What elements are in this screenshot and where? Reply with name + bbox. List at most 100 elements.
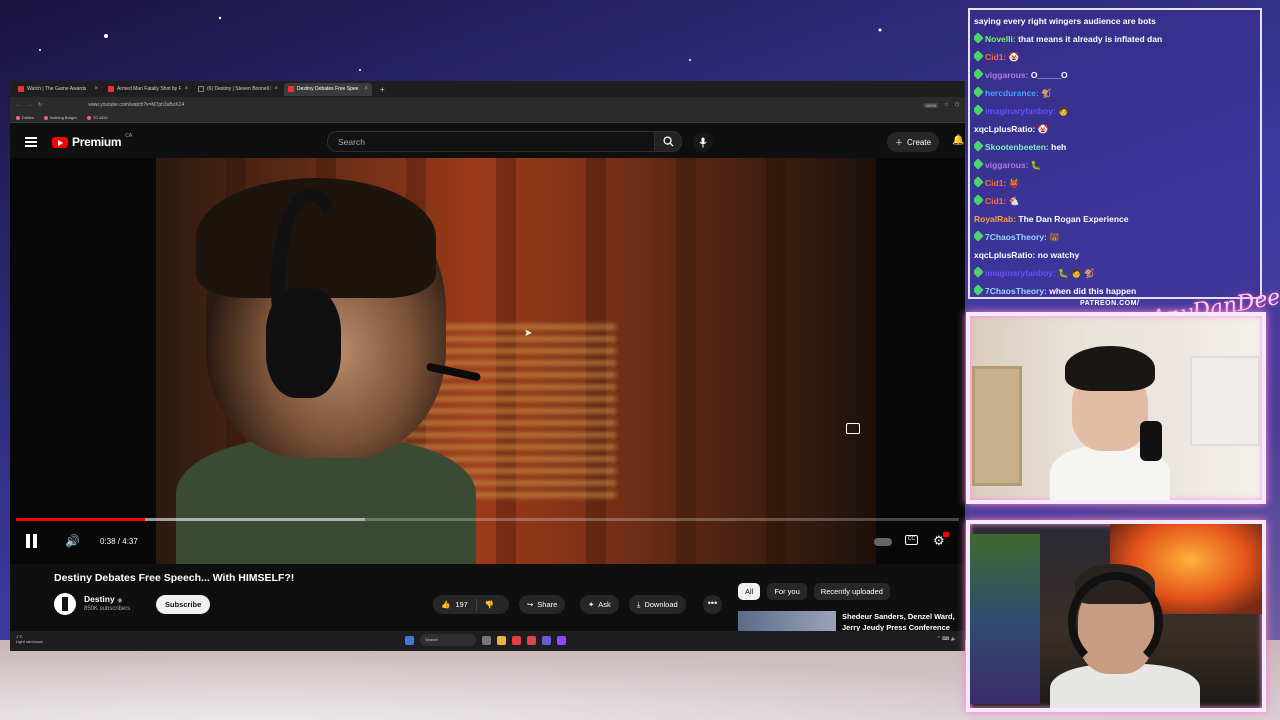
reload-icon[interactable]: ↻: [38, 102, 42, 108]
youtube-premium-logo[interactable]: Premium CA: [52, 133, 133, 149]
notifications-bell-icon[interactable]: 🔔: [952, 135, 964, 146]
twitch-icon[interactable]: [557, 635, 566, 645]
taskbar-apps: Search: [405, 634, 566, 646]
task-view-icon[interactable]: [482, 635, 491, 645]
more-actions-button[interactable]: •••: [703, 595, 722, 614]
bookmarks-bar: Dailies Nothing Burger TO ADD: [10, 113, 965, 123]
autoplay-toggle[interactable]: [874, 538, 892, 546]
youtube-header: Premium CA Search ＋ Create 🔔: [10, 123, 965, 159]
video-player[interactable]: ➤: [10, 158, 965, 564]
captions-icon[interactable]: CC: [905, 535, 918, 545]
extensions-icon[interactable]: ⬡: [955, 102, 959, 108]
tab-bar: Watch | The Game Awards × Armed Man Fata…: [10, 81, 965, 97]
forward-icon[interactable]: →: [27, 102, 32, 108]
close-icon[interactable]: ×: [364, 86, 368, 92]
bookmark-to-add[interactable]: TO ADD: [86, 115, 108, 120]
chrome-icon[interactable]: [527, 635, 536, 645]
weather-widget[interactable]: 1°C Light rain/snow: [16, 634, 43, 644]
chat-username[interactable]: Cid1:: [985, 178, 1009, 188]
chat-username[interactable]: Cid1:: [985, 196, 1009, 206]
subscriber-badge-icon: [974, 32, 984, 44]
chat-username[interactable]: Skootenbeeten:: [985, 142, 1051, 152]
chat-text: saying every right wingers audience are …: [974, 16, 1156, 26]
close-icon[interactable]: ×: [184, 86, 188, 92]
volume-icon[interactable]: 🔊: [65, 534, 80, 548]
chat-username[interactable]: 7ChaosTheory:: [985, 286, 1049, 296]
zoom-level[interactable]: 150%: [923, 102, 939, 108]
time-display: 0:38 / 4:37: [100, 537, 138, 546]
chat-username[interactable]: RoyalRab:: [974, 214, 1018, 224]
close-icon[interactable]: ×: [274, 86, 278, 92]
chat-text: no watchy: [1037, 250, 1080, 260]
chat-username[interactable]: viggarous:: [985, 160, 1031, 170]
weather-desc: Light rain/snow: [16, 639, 43, 644]
tab-game-awards[interactable]: Watch | The Game Awards ×: [14, 83, 102, 96]
system-tray[interactable]: ⌃ ⌨ 🔈: [937, 636, 957, 642]
search-input[interactable]: Search: [327, 131, 655, 152]
stream-chat: saying every right wingers audience are …: [968, 8, 1262, 299]
miniplayer-icon[interactable]: [846, 423, 860, 434]
progress-played: [16, 518, 146, 521]
dislike-button[interactable]: 👎: [477, 600, 502, 609]
patreon-text: PATREON.COM/: [1080, 300, 1140, 307]
chat-username[interactable]: imaginaryfanboy:: [985, 268, 1058, 278]
chat-username[interactable]: Novelli:: [985, 34, 1018, 44]
app-icon[interactable]: [512, 635, 521, 645]
subscriber-badge-icon: [974, 140, 984, 152]
tab-destiny-x[interactable]: (6) Destiny | Steven Bonnell II o ×: [194, 83, 282, 96]
windows-start-icon[interactable]: [405, 635, 414, 645]
download-button[interactable]: ⤓ Download: [629, 595, 686, 614]
search-button[interactable]: [654, 131, 682, 152]
bookmark-star-icon[interactable]: ☆: [944, 102, 948, 108]
like-button[interactable]: 👍 197: [433, 598, 477, 611]
recommended-title[interactable]: Shedeur Sanders, Denzel Ward, Jerry Jeud…: [842, 611, 962, 631]
tab-label: Armed Man Fatally Shot by Po: [117, 86, 182, 92]
player-controls: 🔊 0:38 / 4:37 CC ⚙: [10, 526, 965, 556]
chat-username[interactable]: xqcLplusRatio:: [974, 250, 1038, 260]
bookmark-dailies[interactable]: Dailies: [16, 115, 34, 120]
chat-username[interactable]: hercdurance:: [985, 88, 1041, 98]
bookmark-nothing-burger[interactable]: Nothing Burger: [44, 115, 77, 120]
ask-label: Ask: [598, 600, 611, 609]
download-label: Download: [644, 600, 678, 609]
recommended-thumbnail[interactable]: [738, 611, 836, 631]
progress-bar[interactable]: [16, 518, 959, 521]
back-icon[interactable]: ←: [16, 102, 21, 108]
chat-text: 👹: [1008, 178, 1020, 188]
new-tab-button[interactable]: +: [380, 85, 385, 94]
chat-text: 🐛 🧑 🐒: [1058, 268, 1095, 278]
logo-region: CA: [125, 133, 133, 139]
tab-armed-man[interactable]: Armed Man Fatally Shot by Po ×: [104, 83, 192, 96]
chip-all[interactable]: All: [738, 583, 761, 600]
like-count: 197: [455, 600, 468, 609]
channel-avatar[interactable]: [54, 593, 76, 615]
youtube-favicon-icon: [288, 86, 294, 92]
chat-username[interactable]: xqcLplusRatio:: [974, 124, 1038, 134]
plus-icon: ＋: [895, 137, 903, 147]
menu-icon[interactable]: [25, 137, 37, 147]
tab-destiny-debates[interactable]: Destiny Debates Free Spee ×: [284, 82, 372, 96]
subscribe-button[interactable]: Subscribe: [156, 595, 211, 614]
chat-username[interactable]: imaginaryfanboy:: [985, 106, 1058, 116]
create-button[interactable]: ＋ Create: [887, 132, 940, 152]
discord-icon[interactable]: [542, 635, 551, 645]
channel-name[interactable]: Destiny ◉: [84, 594, 122, 604]
file-explorer-icon[interactable]: [497, 635, 506, 645]
thumbs-down-icon: 👎: [484, 600, 495, 609]
share-button[interactable]: ↪ Share: [519, 595, 566, 614]
chat-username[interactable]: viggarous:: [985, 70, 1031, 80]
close-icon[interactable]: ×: [94, 86, 98, 92]
ask-button[interactable]: ✦ Ask: [580, 595, 619, 614]
tab-label: (6) Destiny | Steven Bonnell II o: [207, 86, 272, 92]
bookmark-label: TO ADD: [92, 115, 108, 120]
chat-username[interactable]: Cid1:: [985, 52, 1009, 62]
taskbar-search[interactable]: Search: [420, 634, 476, 646]
download-icon: ⤓: [637, 599, 641, 609]
chip-for-you[interactable]: For you: [767, 583, 807, 600]
voice-search-button[interactable]: [693, 132, 713, 152]
chat-username[interactable]: 7ChaosTheory:: [985, 232, 1049, 242]
chip-recently-uploaded[interactable]: Recently uploaded: [813, 583, 890, 600]
pause-icon[interactable]: [26, 534, 40, 548]
url-field[interactable]: www.youtube.com/watch?v=M7ph3sBoK24: [88, 102, 184, 108]
video-title: Destiny Debates Free Speech... With HIMS…: [54, 572, 295, 584]
